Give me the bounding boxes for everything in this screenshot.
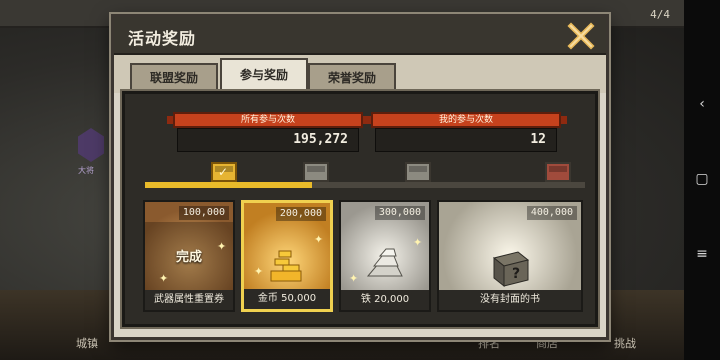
counter-value: 12 <box>375 128 557 152</box>
gold-coins-icon <box>270 250 302 282</box>
tab-honor-reward[interactable]: 荣誉奖励 <box>308 63 396 93</box>
reward-caption: 金币 50,000 <box>244 289 330 309</box>
reward-threshold: 100,000 <box>178 206 229 220</box>
milestone-chest-1-icon[interactable]: ✓ <box>211 162 237 182</box>
reward-card-gold[interactable]: 200,000 ✦ ✦ 金币 50,000 <box>241 200 333 312</box>
mystery-book-icon: ? <box>492 251 530 288</box>
tab-alliance-reward[interactable]: 联盟奖励 <box>130 63 218 93</box>
reward-threshold: 200,000 <box>275 207 326 221</box>
sparkle-icon: ✦ <box>314 233 324 246</box>
my-participation-counter: 我的参与次数 12 <box>365 112 567 154</box>
iron-ingots-icon <box>366 248 403 277</box>
reward-caption: 铁 20,000 <box>341 290 429 310</box>
menu-icon[interactable]: ≡ <box>684 242 720 266</box>
back-icon[interactable]: ‹ <box>684 92 720 116</box>
sparkle-icon: ✦ <box>349 272 359 285</box>
close-button[interactable] <box>566 21 596 51</box>
progress-fill <box>145 182 313 188</box>
sparkle-icon: ✦ <box>254 265 264 278</box>
all-participation-counter: 所有参与次数 195,272 <box>167 112 369 154</box>
bottom-nav-town[interactable]: 城镇 <box>76 335 98 351</box>
dialog-header: 活动奖励 <box>114 17 606 55</box>
reward-threshold: 400,000 <box>526 206 577 220</box>
home-icon[interactable]: ▢ <box>684 167 720 191</box>
event-reward-dialog: 活动奖励 联盟奖励 参与奖励 荣誉奖励 所有参与次数 195,272 我的参与次… <box>111 14 609 340</box>
page-counter: 4/4 <box>650 8 670 21</box>
chest-lid <box>549 166 567 172</box>
system-nav-bar: ‹ ▢ ≡ <box>684 0 720 360</box>
reward-caption: 没有封面的书 <box>439 290 581 310</box>
bottom-nav-challenge[interactable]: 挑战 <box>614 335 636 351</box>
tab-bar: 联盟奖励 参与奖励 荣誉奖励 <box>114 55 606 93</box>
milestone-chest-2-icon[interactable] <box>303 162 329 182</box>
rank-badge-icon <box>78 128 104 162</box>
tab-participation-reward[interactable]: 参与奖励 <box>220 58 308 93</box>
counter-value: 195,272 <box>177 128 359 152</box>
reward-content-panel: 所有参与次数 195,272 我的参与次数 12 ✓ 100,000 完成 ✦ … <box>120 89 600 329</box>
close-icon <box>567 22 595 50</box>
chest-lid <box>307 166 325 172</box>
rank-badge-label: 大将 <box>78 166 94 175</box>
reward-caption: 武器属性重置券 <box>145 290 233 310</box>
sparkle-icon: ✦ <box>413 236 423 249</box>
milestone-chest-3-icon[interactable] <box>405 162 431 182</box>
reward-card-weapon-reset[interactable]: 100,000 完成 ✦ ✦ 武器属性重置券 <box>143 200 235 312</box>
counter-label: 所有参与次数 <box>167 112 369 128</box>
reward-card-coverless-book[interactable]: 400,000 ? 没有封面的书 <box>437 200 583 312</box>
dialog-title: 活动奖励 <box>128 29 197 48</box>
sparkle-icon: ✦ <box>217 240 227 253</box>
reward-threshold: 300,000 <box>374 206 425 220</box>
milestone-chest-4-icon[interactable] <box>545 162 571 182</box>
chest-lid <box>409 166 427 172</box>
reward-card-iron[interactable]: 300,000 ✦ ✦ 铁 20,000 <box>339 200 431 312</box>
counter-label: 我的参与次数 <box>365 112 567 128</box>
svg-text:?: ? <box>512 266 520 282</box>
participation-progress-bar <box>145 182 585 188</box>
sparkle-icon: ✦ <box>159 272 169 285</box>
checkmark-icon: ✓ <box>218 165 229 179</box>
